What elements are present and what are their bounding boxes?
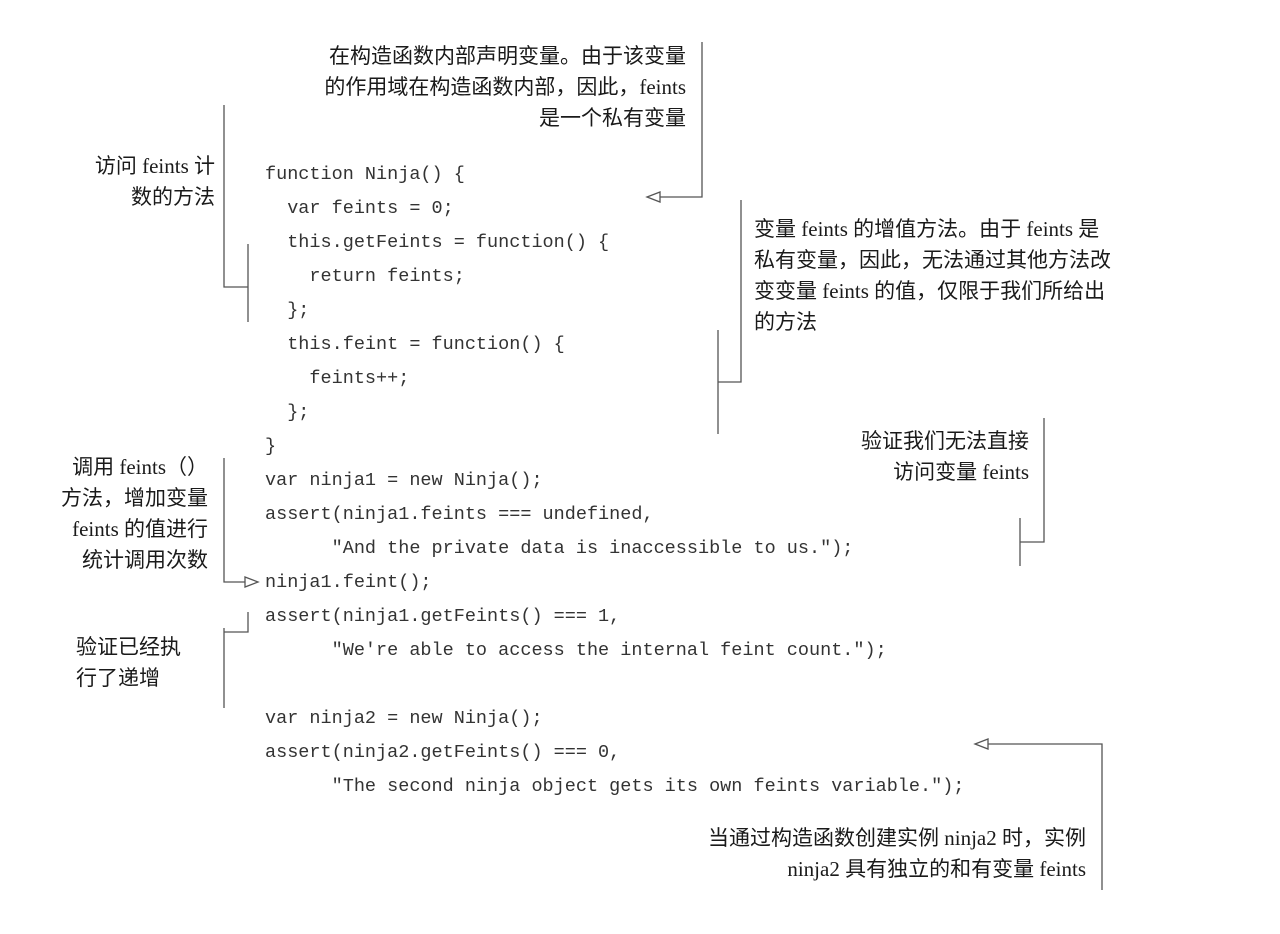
annotation-line: 方法，增加变量 — [61, 486, 208, 510]
callout-line-accessor — [223, 105, 248, 288]
annotation-private-variable: 在构造函数内部声明变量。由于该变量 的作用域在构造函数内部，因此，feints … — [324, 41, 686, 134]
annotation-verify-increment: 验证已经执 行了递增 — [76, 632, 181, 694]
annotation-line: 数的方法 — [131, 185, 215, 209]
arrowhead-private-var — [645, 191, 661, 203]
annotation-line: 变变量 feints 的值，仅限于我们所给出 — [754, 279, 1106, 303]
annotation-accessor: 访问 feints 计 数的方法 — [95, 151, 215, 213]
annotation-line: 的方法 — [754, 310, 817, 334]
annotation-line: 的作用域在构造函数内部，因此，feints — [324, 75, 686, 99]
callout-line-increment — [718, 200, 742, 383]
annotation-verify-no-access: 验证我们无法直接 访问变量 feints — [861, 426, 1029, 488]
callout-line-call-feint — [223, 458, 245, 583]
annotation-line: feints 的值进行 — [72, 517, 208, 541]
arrowhead-call-feint — [244, 576, 260, 588]
annotation-line: 访问变量 feints — [893, 460, 1029, 484]
annotation-ninja2: 当通过构造函数创建实例 ninja2 时，实例 ninja2 具有独立的和有变量… — [708, 823, 1086, 885]
arrowhead-ninja2 — [973, 738, 989, 750]
annotation-line: 当通过构造函数创建实例 ninja2 时，实例 — [708, 826, 1086, 850]
annotation-line: 私有变量，因此，无法通过其他方法改 — [754, 248, 1111, 272]
annotation-line: 访问 feints 计 — [94, 154, 215, 178]
annotation-line: 在构造函数内部声明变量。由于该变量 — [329, 44, 686, 68]
bracket-verify-increment — [224, 612, 249, 633]
annotation-call-feint: 调用 feints（） 方法，增加变量 feints 的值进行 统计调用次数 — [61, 452, 208, 576]
annotation-line: 是一个私有变量 — [539, 106, 686, 130]
annotation-line: 统计调用次数 — [82, 548, 208, 572]
annotation-line: ninja2 具有独立的和有变量 feints — [787, 857, 1086, 881]
annotation-line: 行了递增 — [76, 666, 160, 690]
annotation-line: 变量 feints 的增值方法。由于 feints 是 — [754, 217, 1100, 241]
annotation-increment: 变量 feints 的增值方法。由于 feints 是 私有变量，因此，无法通过… — [754, 214, 1111, 338]
annotation-line: 验证已经执 — [76, 635, 181, 659]
annotation-line: 验证我们无法直接 — [861, 429, 1029, 453]
annotation-line: 调用 feints（） — [72, 455, 208, 479]
